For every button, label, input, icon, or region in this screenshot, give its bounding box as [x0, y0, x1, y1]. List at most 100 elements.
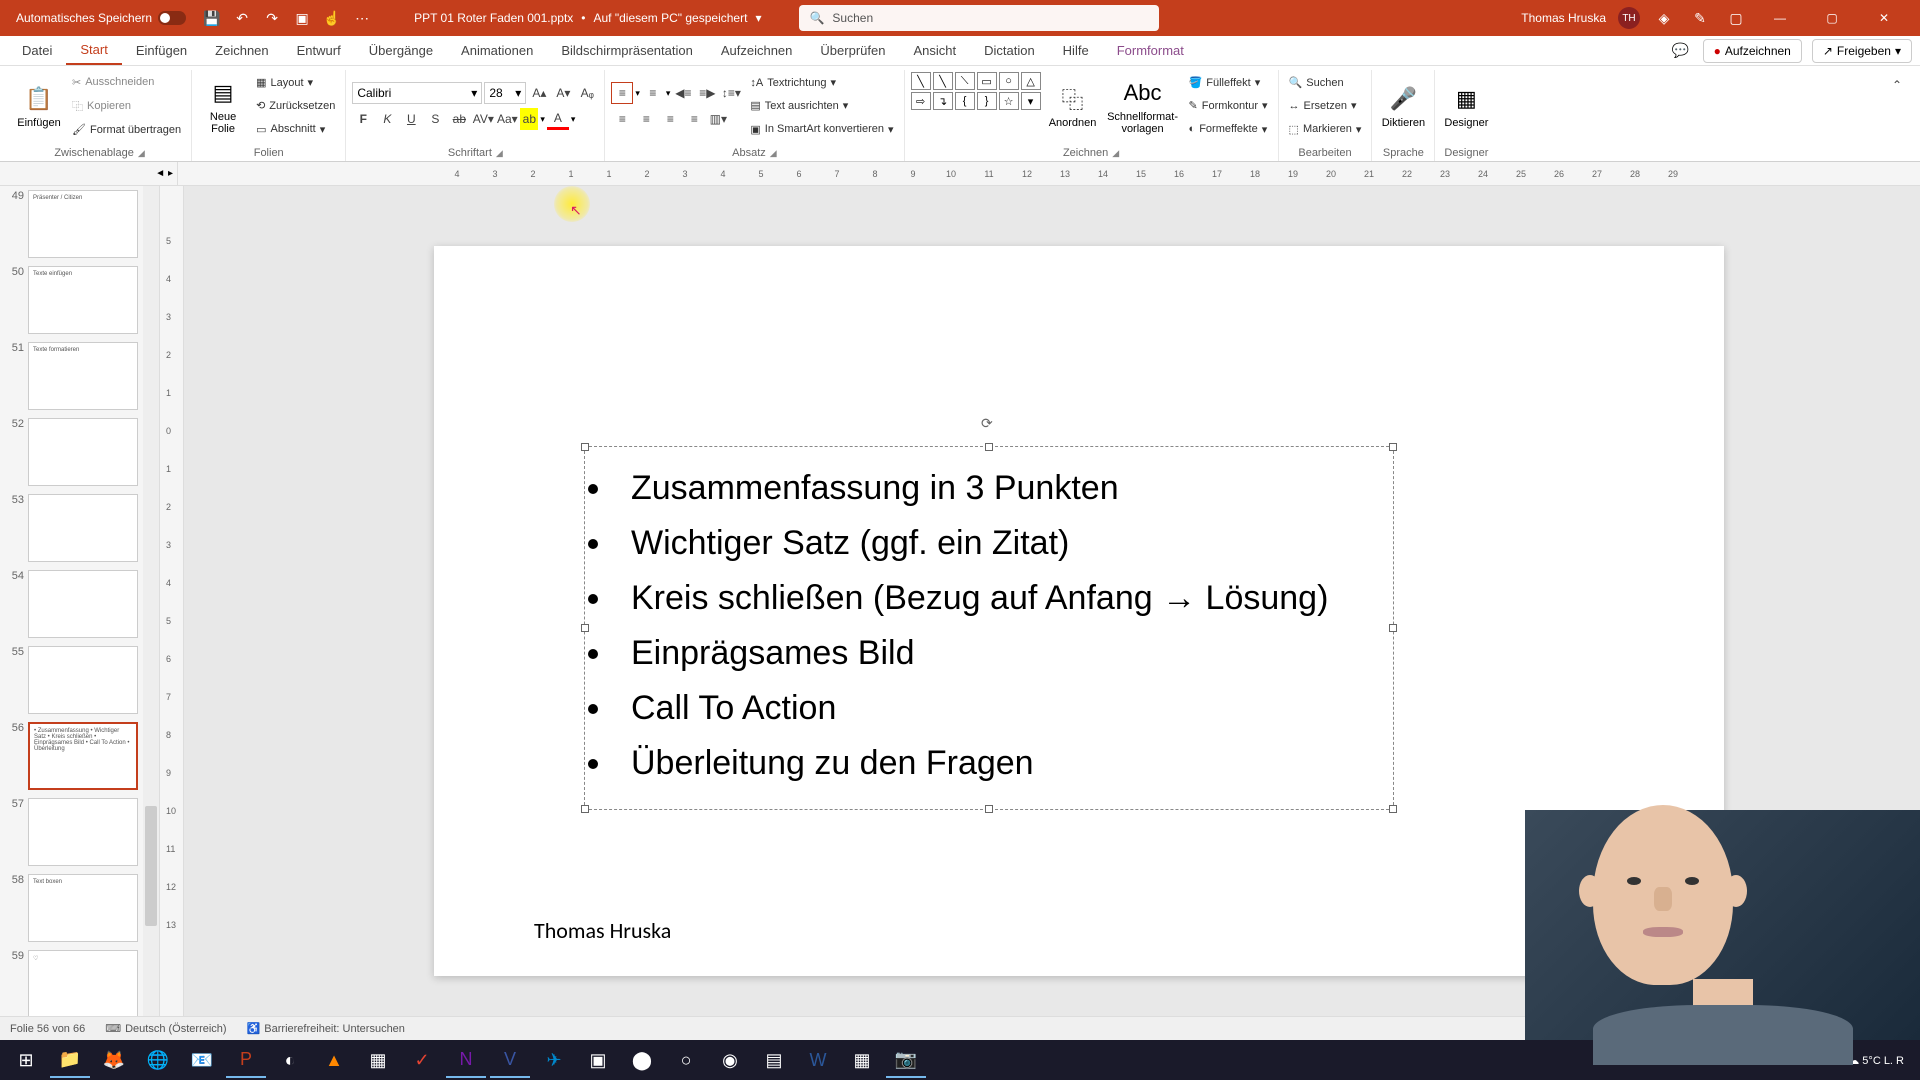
bullet-item[interactable]: Kreis schließen (Bezug auf Anfang → Lösu… — [615, 573, 1363, 624]
app2-icon[interactable]: ▦ — [358, 1042, 398, 1078]
replace-button[interactable]: ↔Ersetzen▾ — [1285, 98, 1366, 113]
app6-icon[interactable]: ▤ — [754, 1042, 794, 1078]
shape-brace[interactable]: { — [955, 92, 975, 110]
thumbnail-55[interactable]: 55 — [4, 646, 155, 714]
numbering-button[interactable]: ≡ — [642, 82, 664, 104]
resize-handle[interactable] — [985, 805, 993, 813]
spacing-button[interactable]: AV▾ — [472, 108, 494, 130]
thumbnail-50[interactable]: 50Texte einfügen — [4, 266, 155, 334]
vlc-icon[interactable]: ▲ — [314, 1042, 354, 1078]
bullet-item[interactable]: Zusammenfassung in 3 Punkten — [615, 463, 1363, 514]
shape-conn[interactable]: ↴ — [933, 92, 953, 110]
text-direction-button[interactable]: ↕ATextrichtung▾ — [746, 75, 897, 90]
bullet-item[interactable]: Call To Action — [615, 683, 1363, 734]
thumb-preview[interactable] — [28, 418, 138, 486]
tab-datei[interactable]: Datei — [8, 36, 66, 65]
shape-rect[interactable]: ▭ — [977, 72, 997, 90]
bullet-item[interactable]: Überleitung zu den Fragen — [615, 738, 1363, 789]
search-input[interactable]: 🔍 Suchen — [799, 5, 1159, 31]
outlook-icon[interactable]: 📧 — [182, 1042, 222, 1078]
rotate-handle[interactable]: ⟳ — [981, 415, 993, 432]
text-placeholder[interactable]: ⟳ Zusammenfassung in 3 PunktenWichtiger … — [584, 446, 1394, 810]
quick-styles-button[interactable]: Abc Schnellformat-vorlagen — [1105, 72, 1181, 140]
effects-button[interactable]: ◐Formeffekte▾ — [1185, 122, 1272, 137]
save-icon[interactable]: 💾 — [200, 6, 224, 30]
new-slide-button[interactable]: ▤ Neue Folie — [198, 72, 248, 140]
tab-aufzeichnen[interactable]: Aufzeichnen — [707, 36, 807, 65]
tab-uebergaenge[interactable]: Übergänge — [355, 36, 447, 65]
highlight-button[interactable]: ab — [520, 108, 538, 130]
dialog-launcher-icon[interactable]: ◢ — [138, 148, 145, 159]
align-center-button[interactable]: ≡ — [635, 108, 657, 130]
tab-einfuegen[interactable]: Einfügen — [122, 36, 201, 65]
thumb-preview[interactable]: • Zusammenfassung • Wichtiger Satz • Kre… — [28, 722, 138, 790]
shape-line[interactable]: ╲ — [911, 72, 931, 90]
reset-button[interactable]: ⟲Zurücksetzen — [252, 98, 339, 113]
tab-bildschirm[interactable]: Bildschirmpräsentation — [547, 36, 707, 65]
app7-icon[interactable]: ▦ — [842, 1042, 882, 1078]
designer-button[interactable]: ▦ Designer — [1441, 72, 1491, 140]
strike-button[interactable]: ab — [448, 108, 470, 130]
shape-brace2[interactable]: } — [977, 92, 997, 110]
tab-zeichnen[interactable]: Zeichnen — [201, 36, 282, 65]
thumb-preview[interactable]: Präsenter / Citizen — [28, 190, 138, 258]
thumb-preview[interactable] — [28, 570, 138, 638]
minimize-button[interactable]: — — [1760, 2, 1800, 34]
firefox-icon[interactable]: 🦊 — [94, 1042, 134, 1078]
dialog-launcher-icon[interactable]: ◢ — [496, 148, 503, 159]
present-icon[interactable]: ▣ — [290, 6, 314, 30]
arrange-button[interactable]: ⿻ Anordnen — [1045, 72, 1101, 140]
toggle-switch[interactable] — [158, 11, 186, 25]
shape-star[interactable]: ☆ — [999, 92, 1019, 110]
share-button[interactable]: ↗Freigeben▾ — [1812, 39, 1912, 63]
tab-start[interactable]: Start — [66, 36, 121, 65]
dictate-button[interactable]: 🎤 Diktieren — [1378, 72, 1428, 140]
dialog-launcher-icon[interactable]: ◢ — [770, 148, 777, 159]
scrollbar[interactable] — [143, 186, 159, 1016]
resize-handle[interactable] — [581, 805, 589, 813]
thumb-preview[interactable]: ♡ — [28, 950, 138, 1016]
thumbnail-54[interactable]: 54 — [4, 570, 155, 638]
underline-button[interactable]: U — [400, 108, 422, 130]
indent-left-button[interactable]: ◀≡ — [672, 82, 694, 104]
language-indicator[interactable]: ⌨Deutsch (Österreich) — [105, 1022, 226, 1035]
maximize-button[interactable]: ▢ — [1812, 2, 1852, 34]
clear-format-button[interactable]: Aᵩ — [576, 82, 598, 104]
obs-icon[interactable]: ⬤ — [622, 1042, 662, 1078]
shadow-button[interactable]: S — [424, 108, 446, 130]
thumbnail-58[interactable]: 58Text boxen — [4, 874, 155, 942]
thumb-preview[interactable] — [28, 494, 138, 562]
thumb-preview[interactable]: Text boxen — [28, 874, 138, 942]
record-button[interactable]: ●Aufzeichnen — [1703, 39, 1802, 63]
case-button[interactable]: Aa▾ — [496, 108, 518, 130]
app3-icon[interactable]: ▣ — [578, 1042, 618, 1078]
shape-gallery[interactable]: ╲ ╲ ⟍ ▭ ○ △ ⇨ ↴ { } ☆ ▾ — [911, 72, 1041, 110]
shape-more[interactable]: ▾ — [1021, 92, 1041, 110]
thumb-preview[interactable] — [28, 646, 138, 714]
scroll-thumb[interactable] — [145, 806, 157, 926]
outline-button[interactable]: ✎Formkontur▾ — [1185, 98, 1272, 113]
align-text-button[interactable]: ▤Text ausrichten▾ — [746, 98, 897, 113]
autosave-toggle[interactable]: Automatisches Speichern — [8, 11, 194, 25]
font-color-button[interactable]: A — [547, 108, 569, 130]
copy-button[interactable]: ⿻Kopieren — [68, 97, 185, 115]
tab-entwurf[interactable]: Entwurf — [283, 36, 355, 65]
line-spacing-button[interactable]: ↕≡▾ — [720, 82, 742, 104]
close-button[interactable]: ✕ — [1864, 2, 1904, 34]
tab-hilfe[interactable]: Hilfe — [1049, 36, 1103, 65]
thumbnail-51[interactable]: 51Texte formatieren — [4, 342, 155, 410]
shape-line3[interactable]: ⟍ — [955, 72, 975, 90]
collapse-ribbon-icon[interactable]: ⌃ — [1886, 74, 1908, 96]
align-right-button[interactable]: ≡ — [659, 108, 681, 130]
weather-widget[interactable]: ☁ 5°C L. R — [1848, 1054, 1904, 1067]
word-icon[interactable]: W — [798, 1042, 838, 1078]
slide-counter[interactable]: Folie 56 von 66 — [10, 1023, 85, 1035]
diamond-icon[interactable]: ◈ — [1652, 6, 1676, 30]
shape-arrow[interactable]: ⇨ — [911, 92, 931, 110]
tab-dictation[interactable]: Dictation — [970, 36, 1049, 65]
resize-handle[interactable] — [1389, 805, 1397, 813]
smartart-button[interactable]: ▣In SmartArt konvertieren▾ — [746, 122, 897, 137]
find-button[interactable]: 🔍Suchen — [1285, 75, 1366, 90]
shrink-font-button[interactable]: A▾ — [552, 82, 574, 104]
resize-handle[interactable] — [1389, 443, 1397, 451]
